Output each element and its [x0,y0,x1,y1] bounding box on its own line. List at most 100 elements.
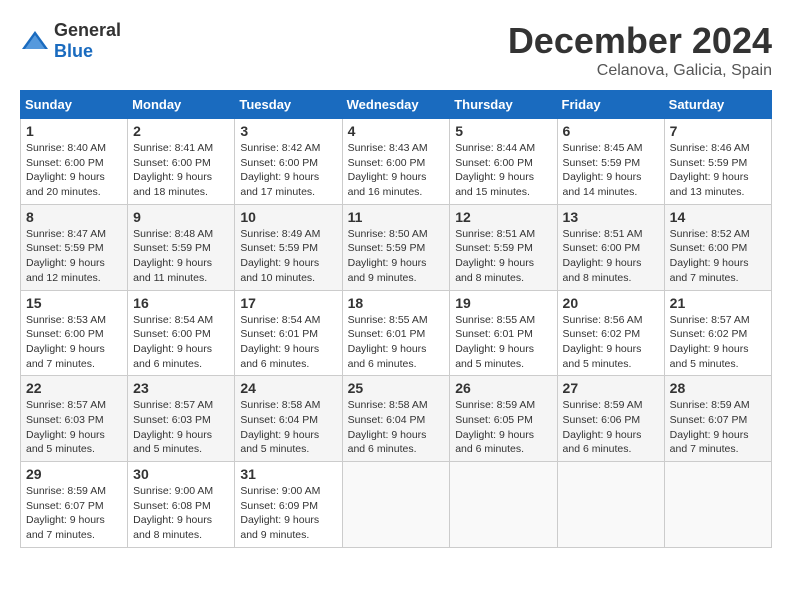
calendar-day-cell: 30 Sunrise: 9:00 AM Sunset: 6:08 PM Dayl… [128,462,235,548]
calendar-day-cell: 12 Sunrise: 8:51 AM Sunset: 5:59 PM Dayl… [450,204,557,290]
day-number: 30 [133,466,229,482]
calendar-day-cell: 10 Sunrise: 8:49 AM Sunset: 5:59 PM Dayl… [235,204,342,290]
day-info: Sunrise: 8:59 AM Sunset: 6:05 PM Dayligh… [455,398,551,457]
calendar-week-row: 22 Sunrise: 8:57 AM Sunset: 6:03 PM Dayl… [21,376,772,462]
day-info: Sunrise: 8:45 AM Sunset: 5:59 PM Dayligh… [563,141,659,200]
day-info: Sunrise: 8:58 AM Sunset: 6:04 PM Dayligh… [348,398,445,457]
day-info: Sunrise: 8:43 AM Sunset: 6:00 PM Dayligh… [348,141,445,200]
day-number: 13 [563,209,659,225]
calendar-day-cell: 23 Sunrise: 8:57 AM Sunset: 6:03 PM Dayl… [128,376,235,462]
day-number: 12 [455,209,551,225]
day-number: 20 [563,295,659,311]
calendar-day-cell: 4 Sunrise: 8:43 AM Sunset: 6:00 PM Dayli… [342,119,450,205]
calendar-header-tuesday: Tuesday [235,91,342,119]
calendar-day-cell [557,462,664,548]
calendar-day-cell: 15 Sunrise: 8:53 AM Sunset: 6:00 PM Dayl… [21,290,128,376]
calendar-header-friday: Friday [557,91,664,119]
calendar-day-cell: 7 Sunrise: 8:46 AM Sunset: 5:59 PM Dayli… [664,119,771,205]
day-info: Sunrise: 9:00 AM Sunset: 6:09 PM Dayligh… [240,484,336,543]
calendar-day-cell: 25 Sunrise: 8:58 AM Sunset: 6:04 PM Dayl… [342,376,450,462]
day-number: 21 [670,295,766,311]
day-info: Sunrise: 8:54 AM Sunset: 6:01 PM Dayligh… [240,313,336,372]
day-info: Sunrise: 8:53 AM Sunset: 6:00 PM Dayligh… [26,313,122,372]
calendar-day-cell: 9 Sunrise: 8:48 AM Sunset: 5:59 PM Dayli… [128,204,235,290]
calendar-day-cell: 5 Sunrise: 8:44 AM Sunset: 6:00 PM Dayli… [450,119,557,205]
day-number: 7 [670,123,766,139]
day-number: 8 [26,209,122,225]
day-number: 18 [348,295,445,311]
day-number: 6 [563,123,659,139]
calendar-day-cell: 2 Sunrise: 8:41 AM Sunset: 6:00 PM Dayli… [128,119,235,205]
day-info: Sunrise: 8:55 AM Sunset: 6:01 PM Dayligh… [348,313,445,372]
logo-icon [20,29,50,53]
calendar-day-cell [450,462,557,548]
calendar-table: SundayMondayTuesdayWednesdayThursdayFrid… [20,90,772,548]
day-number: 16 [133,295,229,311]
calendar-day-cell: 16 Sunrise: 8:54 AM Sunset: 6:00 PM Dayl… [128,290,235,376]
calendar-day-cell: 20 Sunrise: 8:56 AM Sunset: 6:02 PM Dayl… [557,290,664,376]
calendar-day-cell: 17 Sunrise: 8:54 AM Sunset: 6:01 PM Dayl… [235,290,342,376]
day-number: 3 [240,123,336,139]
calendar-day-cell [342,462,450,548]
day-info: Sunrise: 8:59 AM Sunset: 6:07 PM Dayligh… [26,484,122,543]
day-info: Sunrise: 8:42 AM Sunset: 6:00 PM Dayligh… [240,141,336,200]
day-number: 2 [133,123,229,139]
day-info: Sunrise: 8:51 AM Sunset: 5:59 PM Dayligh… [455,227,551,286]
page-header: General Blue December 2024 Celanova, Gal… [20,20,772,80]
calendar-week-row: 15 Sunrise: 8:53 AM Sunset: 6:00 PM Dayl… [21,290,772,376]
day-info: Sunrise: 8:50 AM Sunset: 5:59 PM Dayligh… [348,227,445,286]
day-number: 15 [26,295,122,311]
day-number: 26 [455,380,551,396]
day-info: Sunrise: 8:46 AM Sunset: 5:59 PM Dayligh… [670,141,766,200]
title-block: December 2024 Celanova, Galicia, Spain [508,20,772,80]
calendar-day-cell [664,462,771,548]
calendar-day-cell: 31 Sunrise: 9:00 AM Sunset: 6:09 PM Dayl… [235,462,342,548]
day-number: 9 [133,209,229,225]
calendar-week-row: 8 Sunrise: 8:47 AM Sunset: 5:59 PM Dayli… [21,204,772,290]
day-number: 17 [240,295,336,311]
calendar-day-cell: 3 Sunrise: 8:42 AM Sunset: 6:00 PM Dayli… [235,119,342,205]
logo: General Blue [20,20,121,62]
day-number: 19 [455,295,551,311]
day-number: 4 [348,123,445,139]
day-number: 10 [240,209,336,225]
day-info: Sunrise: 8:41 AM Sunset: 6:00 PM Dayligh… [133,141,229,200]
calendar-day-cell: 28 Sunrise: 8:59 AM Sunset: 6:07 PM Dayl… [664,376,771,462]
calendar-header-thursday: Thursday [450,91,557,119]
day-number: 5 [455,123,551,139]
day-number: 14 [670,209,766,225]
day-info: Sunrise: 8:47 AM Sunset: 5:59 PM Dayligh… [26,227,122,286]
day-number: 11 [348,209,445,225]
logo-blue: Blue [54,41,93,61]
calendar-day-cell: 11 Sunrise: 8:50 AM Sunset: 5:59 PM Dayl… [342,204,450,290]
day-info: Sunrise: 8:59 AM Sunset: 6:06 PM Dayligh… [563,398,659,457]
calendar-day-cell: 14 Sunrise: 8:52 AM Sunset: 6:00 PM Dayl… [664,204,771,290]
calendar-day-cell: 19 Sunrise: 8:55 AM Sunset: 6:01 PM Dayl… [450,290,557,376]
day-number: 28 [670,380,766,396]
day-info: Sunrise: 8:40 AM Sunset: 6:00 PM Dayligh… [26,141,122,200]
location-title: Celanova, Galicia, Spain [508,62,772,80]
calendar-day-cell: 24 Sunrise: 8:58 AM Sunset: 6:04 PM Dayl… [235,376,342,462]
day-info: Sunrise: 8:51 AM Sunset: 6:00 PM Dayligh… [563,227,659,286]
calendar-day-cell: 26 Sunrise: 8:59 AM Sunset: 6:05 PM Dayl… [450,376,557,462]
day-info: Sunrise: 8:55 AM Sunset: 6:01 PM Dayligh… [455,313,551,372]
day-number: 1 [26,123,122,139]
logo-text: General Blue [54,20,121,62]
day-info: Sunrise: 9:00 AM Sunset: 6:08 PM Dayligh… [133,484,229,543]
calendar-week-row: 1 Sunrise: 8:40 AM Sunset: 6:00 PM Dayli… [21,119,772,205]
day-info: Sunrise: 8:57 AM Sunset: 6:02 PM Dayligh… [670,313,766,372]
calendar-day-cell: 13 Sunrise: 8:51 AM Sunset: 6:00 PM Dayl… [557,204,664,290]
calendar-day-cell: 6 Sunrise: 8:45 AM Sunset: 5:59 PM Dayli… [557,119,664,205]
day-info: Sunrise: 8:57 AM Sunset: 6:03 PM Dayligh… [26,398,122,457]
day-info: Sunrise: 8:57 AM Sunset: 6:03 PM Dayligh… [133,398,229,457]
calendar-day-cell: 1 Sunrise: 8:40 AM Sunset: 6:00 PM Dayli… [21,119,128,205]
day-number: 27 [563,380,659,396]
day-info: Sunrise: 8:54 AM Sunset: 6:00 PM Dayligh… [133,313,229,372]
month-title: December 2024 [508,20,772,62]
day-number: 22 [26,380,122,396]
calendar-day-cell: 21 Sunrise: 8:57 AM Sunset: 6:02 PM Dayl… [664,290,771,376]
calendar-day-cell: 29 Sunrise: 8:59 AM Sunset: 6:07 PM Dayl… [21,462,128,548]
day-info: Sunrise: 8:59 AM Sunset: 6:07 PM Dayligh… [670,398,766,457]
day-info: Sunrise: 8:58 AM Sunset: 6:04 PM Dayligh… [240,398,336,457]
day-number: 31 [240,466,336,482]
